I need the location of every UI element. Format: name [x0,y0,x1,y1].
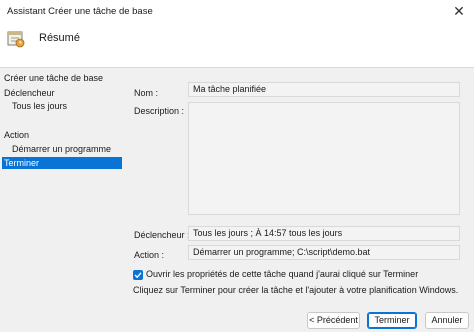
action-field[interactable]: Démarrer un programme; C:\script\demo.ba… [188,245,460,260]
description-label: Description : [134,106,185,116]
checkmark-icon [134,272,142,279]
finish-info-text: Cliquez sur Terminer pour créer la tâche… [133,285,459,295]
step-label: Terminer [4,158,40,168]
name-field[interactable]: Ma tâche planifiée [188,82,460,97]
step-daily[interactable]: Tous les jours [2,100,122,112]
step-finish[interactable]: Terminer [2,157,122,169]
description-field[interactable] [188,102,460,215]
step-create-basic-task[interactable]: Créer une tâche de base [2,72,122,84]
cancel-button[interactable]: Annuler [425,312,469,329]
step-label: Tous les jours [12,101,68,111]
wizard-header: Résumé [0,24,474,68]
step-label: Démarrer un programme [12,144,112,154]
step-action[interactable]: Action [2,129,122,141]
trigger-label: Déclencheur : [134,230,190,240]
step-label: Action [4,130,30,140]
finish-button[interactable]: Terminer [367,312,417,329]
trigger-field[interactable]: Tous les jours ; À 14:57 tous les jours [188,226,460,241]
open-properties-checkbox[interactable] [133,270,143,280]
title-bar: Assistant Créer une tâche de base ✕ [0,0,474,25]
task-calendar-icon [7,31,25,48]
name-label: Nom : [134,88,159,98]
wizard-steps: Créer une tâche de base Déclencheur Tous… [0,70,122,332]
window-title: Assistant Créer une tâche de base [7,6,153,17]
close-icon[interactable]: ✕ [452,4,466,18]
step-start-program[interactable]: Démarrer un programme [2,143,122,155]
back-button[interactable]: < Précédent [307,312,360,329]
action-label: Action : [134,250,165,260]
open-properties-label[interactable]: Ouvrir les propriétés de cette tâche qua… [146,269,418,279]
step-trigger[interactable]: Déclencheur [2,87,122,99]
step-label: Déclencheur [4,88,55,98]
page-title: Résumé [39,32,80,44]
step-label: Créer une tâche de base [4,73,104,83]
